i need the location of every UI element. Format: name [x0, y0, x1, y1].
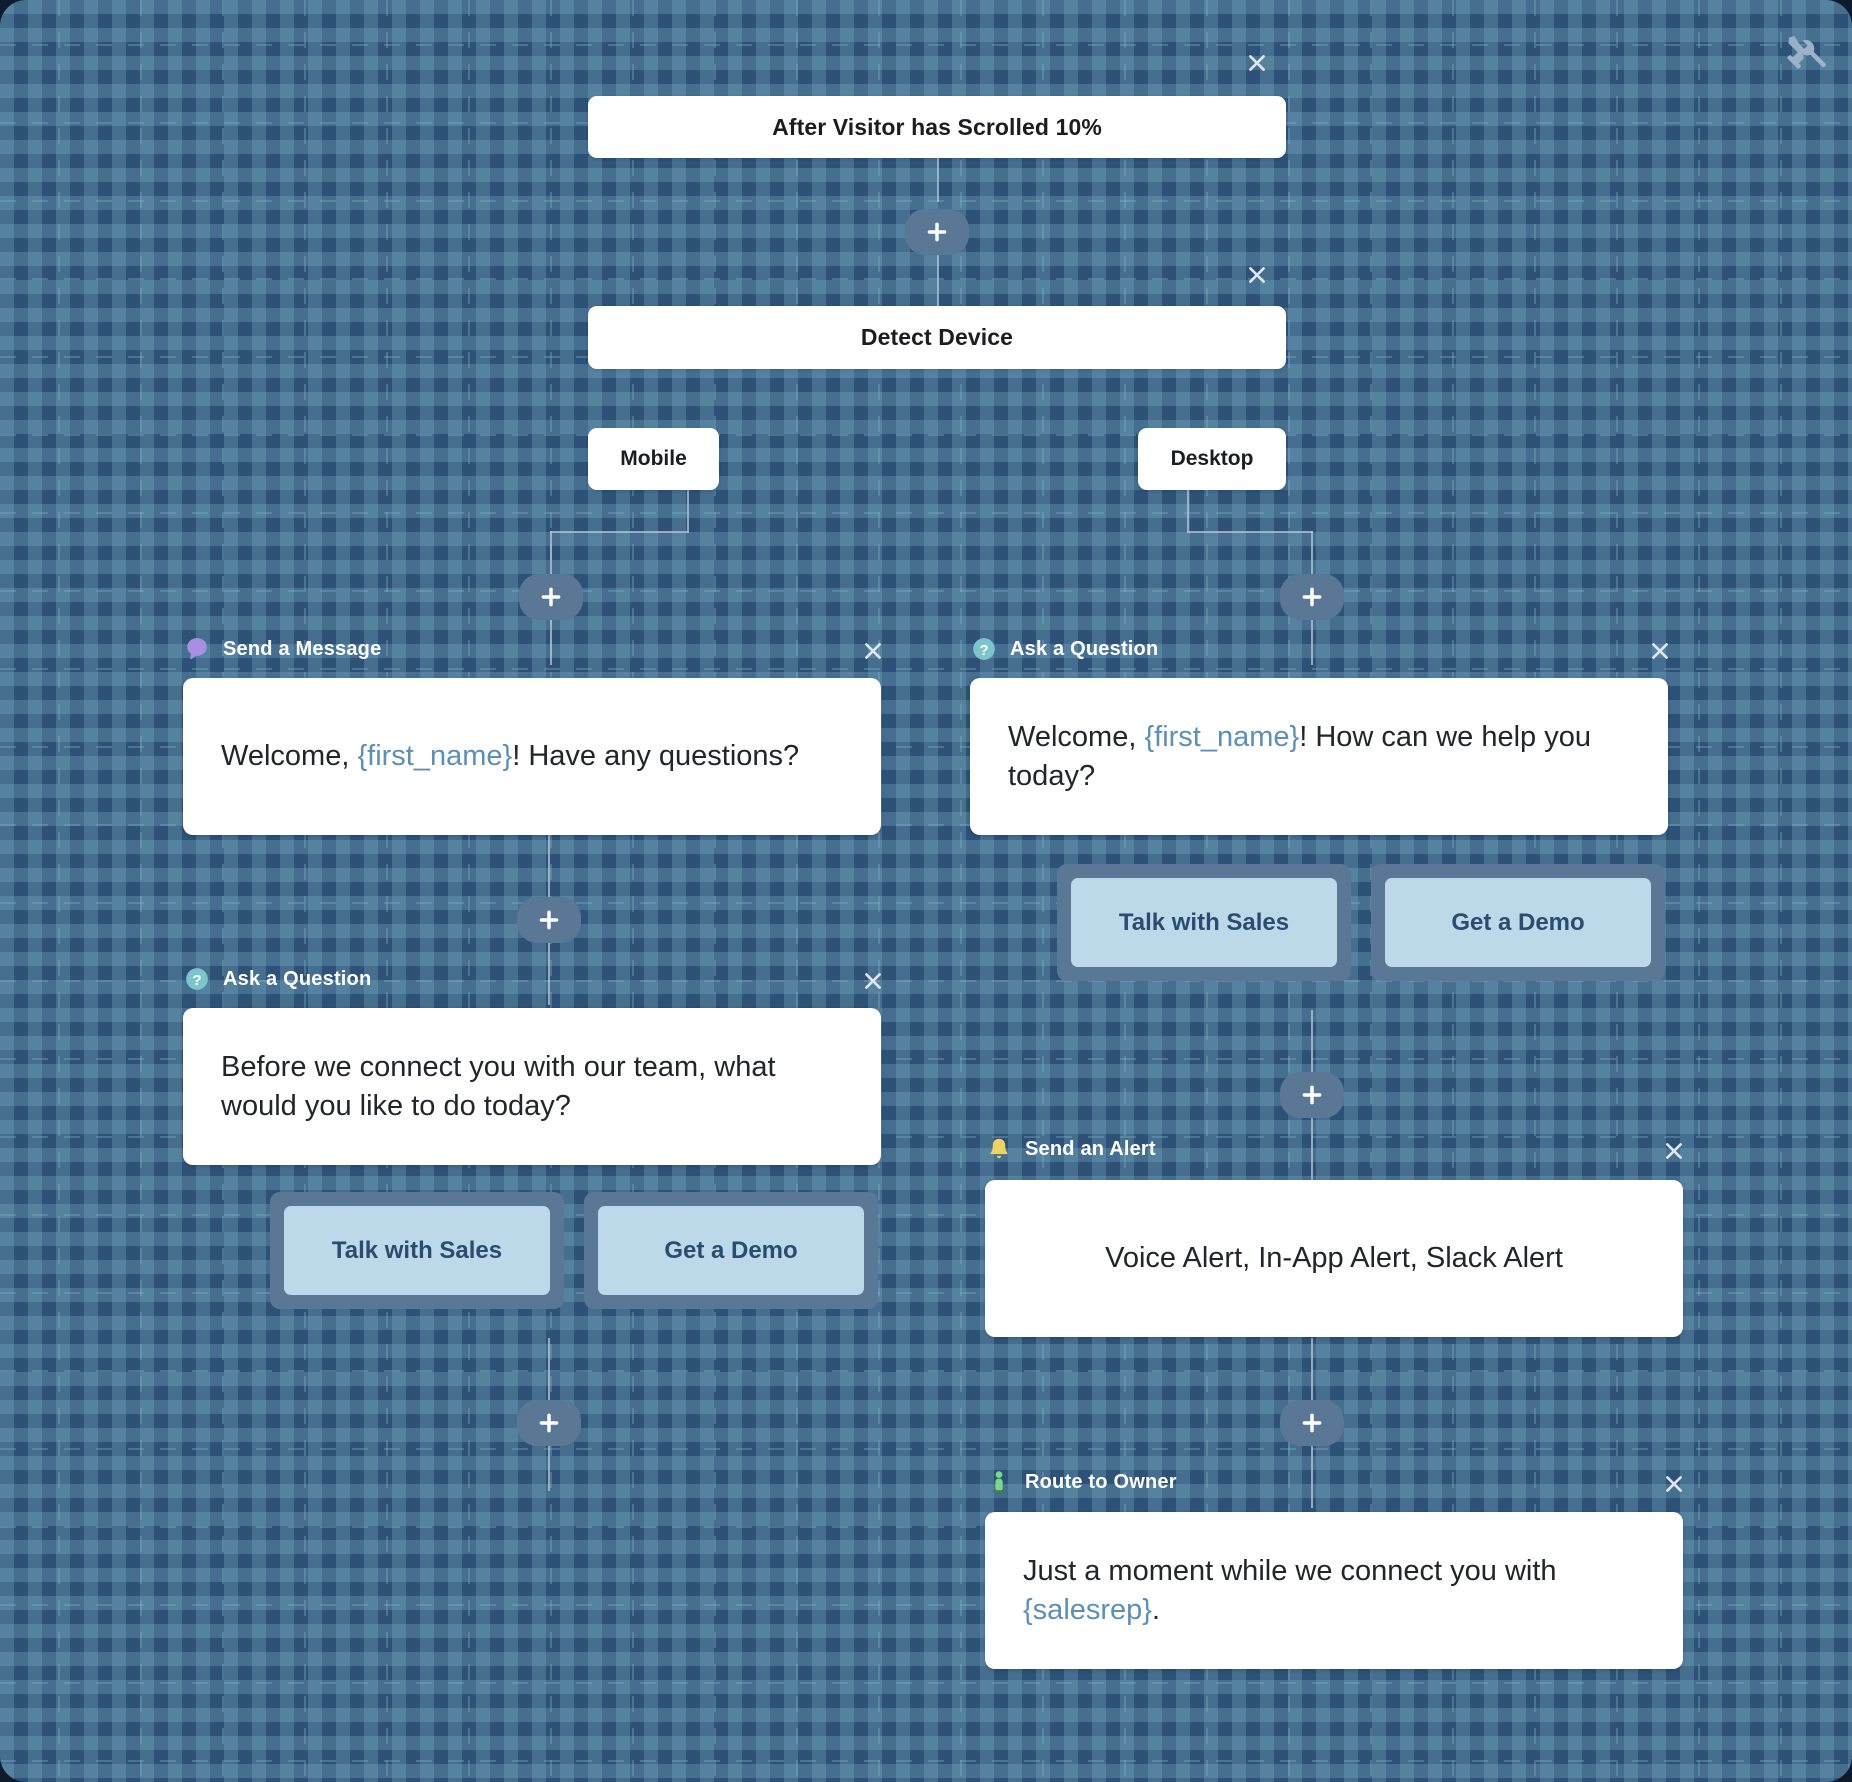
- connector-mobile-plus-tail: [548, 1446, 550, 1491]
- close-send-a-message-button[interactable]: [858, 636, 888, 666]
- step-header-mobile-ask-a-question: ? Ask a Question: [183, 964, 371, 994]
- message-variable: {salesrep}: [1023, 1593, 1152, 1626]
- reply-container-desktop-talk-with-sales: Talk with Sales: [1057, 864, 1351, 981]
- question-mark-circle-icon: ?: [970, 635, 998, 663]
- connector-desktop-alert-to-plus: [1311, 1338, 1313, 1400]
- step-title-route-to-owner: Route to Owner: [1025, 1470, 1177, 1493]
- message-bubble-desktop-ask-a-question[interactable]: Welcome, {first_name}! How can we help y…: [970, 678, 1668, 835]
- tools-wrench-screwdriver-icon[interactable]: [1784, 28, 1830, 74]
- connector-mobile-plus-to-question: [548, 943, 550, 1005]
- message-prefix: Welcome,: [221, 740, 358, 773]
- step-header-send-an-alert: Send an Alert: [985, 1134, 1156, 1164]
- close-desktop-ask-a-question-button[interactable]: [1645, 636, 1675, 666]
- reply-button-desktop-get-a-demo[interactable]: Get a Demo: [1385, 878, 1651, 967]
- branch-desktop-label: Desktop: [1170, 447, 1254, 470]
- close-trigger-button[interactable]: [1242, 48, 1272, 78]
- speech-bubble-icon: [183, 635, 211, 663]
- connector-desktop-chip-down: [1187, 490, 1189, 532]
- connector-desktop-elbow: [1187, 531, 1313, 533]
- step-header-route-to-owner: Route to Owner: [985, 1467, 1177, 1497]
- condition-label: Detect Device: [860, 324, 1014, 350]
- connector-mobile-msg-to-plus: [548, 835, 550, 897]
- connector-desktop-down-to-plus: [1311, 531, 1313, 576]
- svg-text:?: ?: [979, 642, 988, 659]
- message-bubble-send-an-alert[interactable]: Voice Alert, In-App Alert, Slack Alert: [985, 1180, 1683, 1337]
- step-title-send-an-alert: Send an Alert: [1025, 1137, 1156, 1160]
- reply-container-desktop-get-a-demo: Get a Demo: [1371, 864, 1665, 981]
- reply-label: Talk with Sales: [331, 1236, 503, 1264]
- reply-label: Get a Demo: [664, 1236, 798, 1264]
- connector-desktop-plus-to-route: [1311, 1446, 1313, 1508]
- step-title-desktop-ask-a-question: Ask a Question: [1010, 637, 1159, 660]
- branch-chip-mobile[interactable]: Mobile: [588, 428, 719, 490]
- message-prefix: Just a moment while we connect you with: [1023, 1555, 1557, 1588]
- reply-button-desktop-talk-with-sales[interactable]: Talk with Sales: [1071, 878, 1337, 967]
- svg-text:?: ?: [192, 972, 201, 989]
- person-icon: [985, 1468, 1013, 1496]
- connector-mobile-plus-to-card: [550, 620, 552, 665]
- close-condition-button[interactable]: [1242, 260, 1272, 290]
- branch-mobile-label: Mobile: [620, 447, 687, 470]
- connector-mobile-elbow: [550, 531, 689, 533]
- mobile-question-body: Before we connect you with our team, wha…: [221, 1051, 776, 1122]
- trigger-label: After Visitor has Scrolled 10%: [772, 113, 1102, 140]
- connector-desktop-plus-to-card: [1311, 620, 1313, 665]
- step-title-send-a-message: Send a Message: [223, 637, 382, 660]
- reply-label: Talk with Sales: [1118, 908, 1290, 936]
- bell-icon: [985, 1135, 1013, 1163]
- message-suffix: ! Have any questions?: [512, 740, 800, 773]
- close-send-an-alert-button[interactable]: [1659, 1136, 1689, 1166]
- step-header-desktop-ask-a-question: ? Ask a Question: [970, 634, 1158, 664]
- connector-desktop-replies-to-plus: [1311, 1010, 1313, 1072]
- step-header-send-a-message: Send a Message: [183, 634, 381, 664]
- message-variable: {first_name}: [1144, 721, 1300, 754]
- message-bubble-route-to-owner[interactable]: Just a moment while we connect you with …: [985, 1512, 1683, 1669]
- reply-button-mobile-get-a-demo[interactable]: Get a Demo: [598, 1206, 864, 1295]
- close-mobile-ask-a-question-button[interactable]: [858, 966, 888, 996]
- add-step-desktop-branch[interactable]: [1280, 574, 1344, 620]
- connector-mobile-chip-down: [687, 490, 689, 532]
- question-mark-circle-icon: ?: [183, 965, 211, 993]
- connector-mobile-replies-to-plus: [548, 1338, 550, 1400]
- message-suffix: .: [1152, 1593, 1161, 1626]
- add-step-mobile-branch[interactable]: [519, 574, 583, 620]
- add-step-after-desktop-alert[interactable]: [1280, 1400, 1344, 1446]
- message-variable: {first_name}: [357, 740, 513, 773]
- condition-card[interactable]: Detect Device: [588, 306, 1286, 369]
- add-step-after-mobile-question[interactable]: [517, 1400, 581, 1446]
- alert-body: Voice Alert, In-App Alert, Slack Alert: [1105, 1242, 1563, 1275]
- message-bubble-mobile-ask-a-question[interactable]: Before we connect you with our team, wha…: [183, 1008, 881, 1165]
- reply-label: Get a Demo: [1451, 908, 1585, 936]
- connector-mobile-down-to-plus: [550, 531, 552, 576]
- message-bubble-send-a-message[interactable]: Welcome, {first_name}! Have any question…: [183, 678, 881, 835]
- add-step-after-mobile-message[interactable]: [517, 897, 581, 943]
- reply-container-mobile-talk-with-sales: Talk with Sales: [270, 1192, 564, 1309]
- branch-chip-desktop[interactable]: Desktop: [1138, 428, 1286, 490]
- connector-plus-to-condition: [937, 248, 939, 310]
- reply-container-mobile-get-a-demo: Get a Demo: [584, 1192, 878, 1309]
- step-title-mobile-ask-a-question: Ask a Question: [223, 967, 372, 990]
- add-step-after-desktop-question[interactable]: [1280, 1072, 1344, 1118]
- trigger-card[interactable]: After Visitor has Scrolled 10%: [588, 96, 1286, 158]
- add-step-after-trigger[interactable]: [905, 209, 969, 255]
- connector-desktop-plus-to-alert: [1311, 1118, 1313, 1180]
- reply-button-mobile-talk-with-sales[interactable]: Talk with Sales: [284, 1206, 550, 1295]
- message-prefix: Welcome,: [1008, 721, 1145, 754]
- flow-builder-canvas[interactable]: After Visitor has Scrolled 10% Detect De…: [0, 0, 1852, 1782]
- close-route-to-owner-button[interactable]: [1659, 1469, 1689, 1499]
